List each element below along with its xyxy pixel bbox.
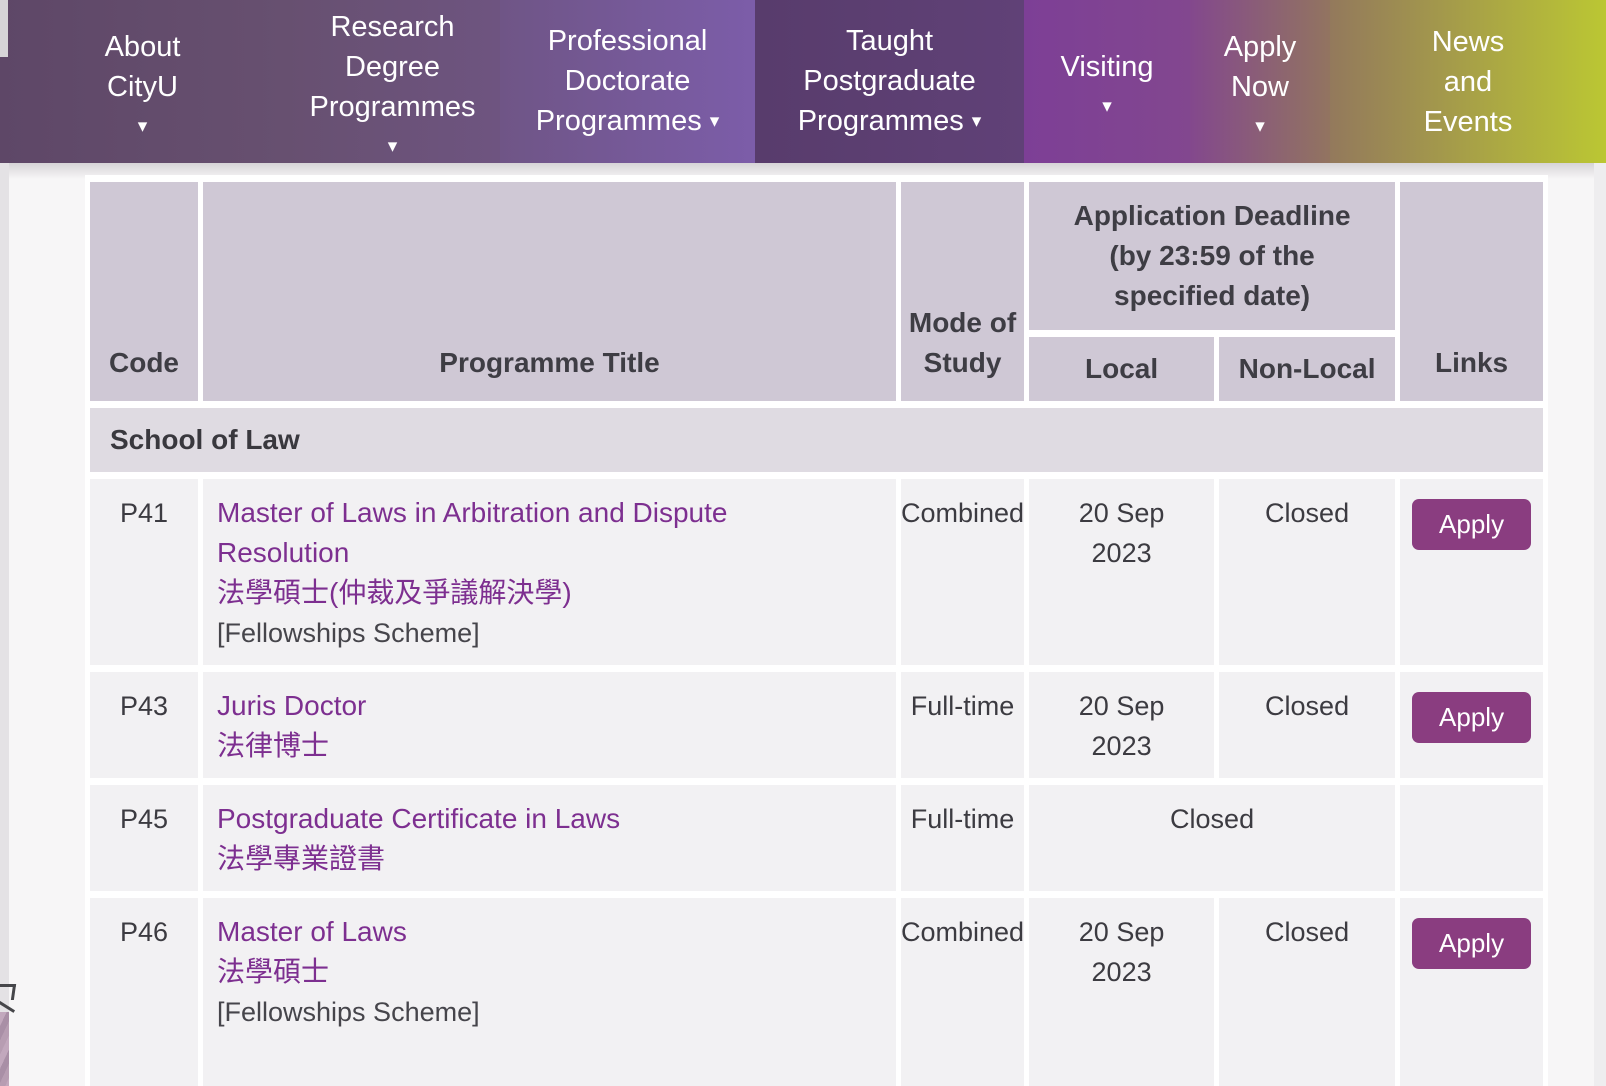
programme-title-cell: Postgraduate Certificate in Laws法學專業證書 [203, 785, 896, 891]
window-edge-notch [0, 0, 8, 57]
col-header-programme-title: Programme Title [203, 182, 896, 401]
chevron-down-icon: ▾ [138, 117, 148, 136]
col-header-mode-of-study: Mode of Study [901, 182, 1024, 401]
programme-title-cell: Juris Doctor法律博士 [203, 672, 896, 778]
section-title: School of Law [90, 408, 1543, 472]
nav-item-professional-doctorate-programmes[interactable]: Professional Doctorate Programmes▾ [500, 0, 755, 163]
col-header-non-local: Non-Local [1219, 337, 1395, 401]
bottom-left-image-fragment [0, 1012, 9, 1086]
programme-title-en: Master of Laws [217, 912, 817, 952]
programme-title-zh: 法學碩士(仲裁及爭議解決學) [217, 573, 886, 613]
nav-item-taught-postgraduate-programmes[interactable]: Taught Postgraduate Programmes▾ [755, 0, 1024, 163]
programme-title-link[interactable]: Postgraduate Certificate in Laws法學專業證書 [217, 799, 886, 879]
chevron-down-icon: ▾ [972, 111, 982, 132]
chevron-down-icon: ▾ [1255, 117, 1265, 136]
nav-item-apply-now[interactable]: Apply Now ▾ [1190, 0, 1330, 163]
non-local-deadline-cell: Closed [1219, 479, 1395, 665]
local-deadline-cell: 20 Sep 2023 [1029, 898, 1214, 1086]
programme-title-zh: 法學碩士 [217, 952, 886, 992]
apply-button[interactable]: Apply [1412, 918, 1531, 969]
col-header-links: Links [1400, 182, 1543, 401]
table-row: P45 Postgraduate Certificate in Laws法學專業… [90, 785, 1543, 891]
nav-item-label: About CityU [73, 27, 213, 107]
mode-of-study-cell: Full-time [901, 672, 1024, 778]
programme-title-cell: Master of Laws法學碩士 [Fellowships Scheme] [203, 898, 896, 1086]
nav-item-label: News and Events [1416, 22, 1521, 142]
partial-glyph [0, 983, 16, 1010]
programmes-table: Code Programme Title Mode of Study Appli… [85, 175, 1548, 1086]
non-local-deadline-cell: Closed [1219, 672, 1395, 778]
programme-code-cell: P41 [90, 479, 198, 665]
nav-item-label: Professional Doctorate Programmes [536, 25, 708, 137]
fellowships-note: [Fellowships Scheme] [217, 992, 886, 1032]
programme-code-cell: P46 [90, 898, 198, 1086]
programme-code-cell: P45 [90, 785, 198, 891]
page-left-edge [0, 163, 9, 1086]
table-row: P41 Master of Laws in Arbitration and Di… [90, 479, 1543, 665]
fellowships-note: [Fellowships Scheme] [217, 613, 886, 653]
section-row-school-of-law: School of Law [90, 408, 1543, 472]
programme-title-en: Postgraduate Certificate in Laws [217, 799, 817, 839]
nav-item-visiting[interactable]: Visiting ▾ [1024, 0, 1190, 163]
apply-button[interactable]: Apply [1412, 499, 1531, 550]
links-cell: Apply [1400, 672, 1543, 778]
programme-title-en: Juris Doctor [217, 686, 817, 726]
programme-title-en: Master of Laws in Arbitration and Disput… [217, 493, 817, 573]
col-header-local: Local [1029, 337, 1214, 401]
col-header-code: Code [90, 182, 198, 401]
col-header-application-deadline: Application Deadline (by 23:59 of the sp… [1029, 182, 1395, 330]
page-right-edge [1594, 163, 1606, 1086]
deadline-merged-cell: Closed [1029, 785, 1395, 891]
mode-of-study-cell: Combined [901, 479, 1024, 665]
nav-item-label: Apply Now [1210, 27, 1310, 107]
programme-title-link[interactable]: Master of Laws法學碩士 [217, 912, 886, 992]
chevron-down-icon: ▾ [710, 111, 720, 132]
chevron-down-icon: ▾ [1102, 97, 1112, 116]
links-cell [1400, 785, 1543, 891]
nav-item-label: Research Degree Programmes [290, 7, 495, 127]
nav-item-news-and-events[interactable]: News and Events [1330, 0, 1606, 163]
programme-title-link[interactable]: Master of Laws in Arbitration and Disput… [217, 493, 886, 613]
page-content: Code Programme Title Mode of Study Appli… [0, 163, 1606, 1086]
non-local-deadline-cell: Closed [1219, 898, 1395, 1086]
table-header-row: Code Programme Title Mode of Study Appli… [90, 182, 1543, 330]
programme-title-zh: 法學專業證書 [217, 839, 886, 879]
mode-of-study-cell: Combined [901, 898, 1024, 1086]
programme-title-cell: Master of Laws in Arbitration and Disput… [203, 479, 896, 665]
apply-button[interactable]: Apply [1412, 692, 1531, 743]
links-cell: Apply [1400, 479, 1543, 665]
programme-title-zh: 法律博士 [217, 726, 886, 766]
top-nav: About CityU ▾ Research Degree Programmes… [0, 0, 1606, 163]
nav-item-about-cityu[interactable]: About CityU ▾ [0, 0, 285, 163]
table-row: P46 Master of Laws法學碩士 [Fellowships Sche… [90, 898, 1543, 1086]
links-cell: Apply [1400, 898, 1543, 1086]
chevron-down-icon: ▾ [388, 137, 398, 156]
local-deadline-cell: 20 Sep 2023 [1029, 479, 1214, 665]
local-deadline-cell: 20 Sep 2023 [1029, 672, 1214, 778]
mode-of-study-cell: Full-time [901, 785, 1024, 891]
nav-item-research-degree-programmes[interactable]: Research Degree Programmes ▾ [285, 0, 500, 163]
nav-item-label: Visiting [1061, 47, 1154, 87]
programme-code-cell: P43 [90, 672, 198, 778]
table-row: P43 Juris Doctor法律博士 Full-time 20 Sep 20… [90, 672, 1543, 778]
nav-item-label: Taught Postgraduate Programmes [798, 25, 976, 137]
programme-title-link[interactable]: Juris Doctor法律博士 [217, 686, 886, 766]
